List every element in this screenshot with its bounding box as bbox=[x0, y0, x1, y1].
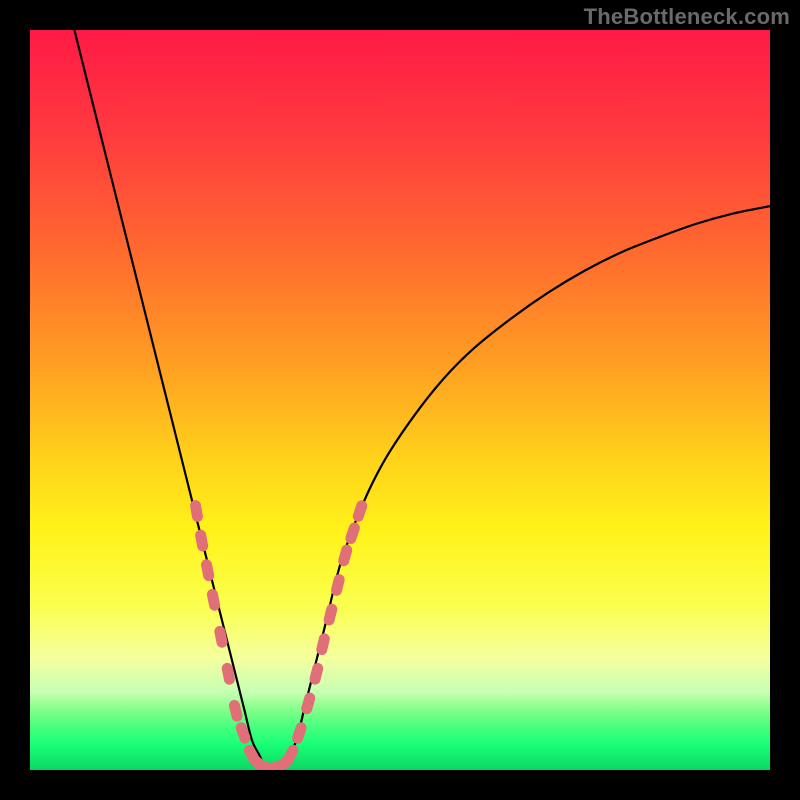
curve-marker bbox=[322, 603, 338, 627]
curve-marker bbox=[228, 699, 244, 723]
curve-marker bbox=[337, 543, 354, 567]
curve-marker bbox=[315, 632, 331, 656]
curve-markers bbox=[189, 499, 369, 770]
watermark-text: TheBottleneck.com bbox=[584, 4, 790, 30]
plot-area bbox=[30, 30, 770, 770]
bottleneck-curve bbox=[30, 30, 770, 770]
curve-marker bbox=[213, 625, 228, 649]
curve-marker bbox=[189, 499, 204, 523]
curve-marker bbox=[308, 662, 324, 686]
curve-marker bbox=[200, 558, 215, 582]
curve-marker bbox=[300, 691, 317, 715]
curve-marker bbox=[330, 573, 346, 597]
chart-frame: TheBottleneck.com bbox=[0, 0, 800, 800]
curve-marker bbox=[351, 499, 368, 523]
curve-line bbox=[74, 30, 770, 770]
curve-marker bbox=[291, 721, 309, 745]
curve-marker bbox=[206, 588, 221, 612]
curve-marker bbox=[344, 521, 361, 545]
curve-marker bbox=[194, 529, 209, 553]
